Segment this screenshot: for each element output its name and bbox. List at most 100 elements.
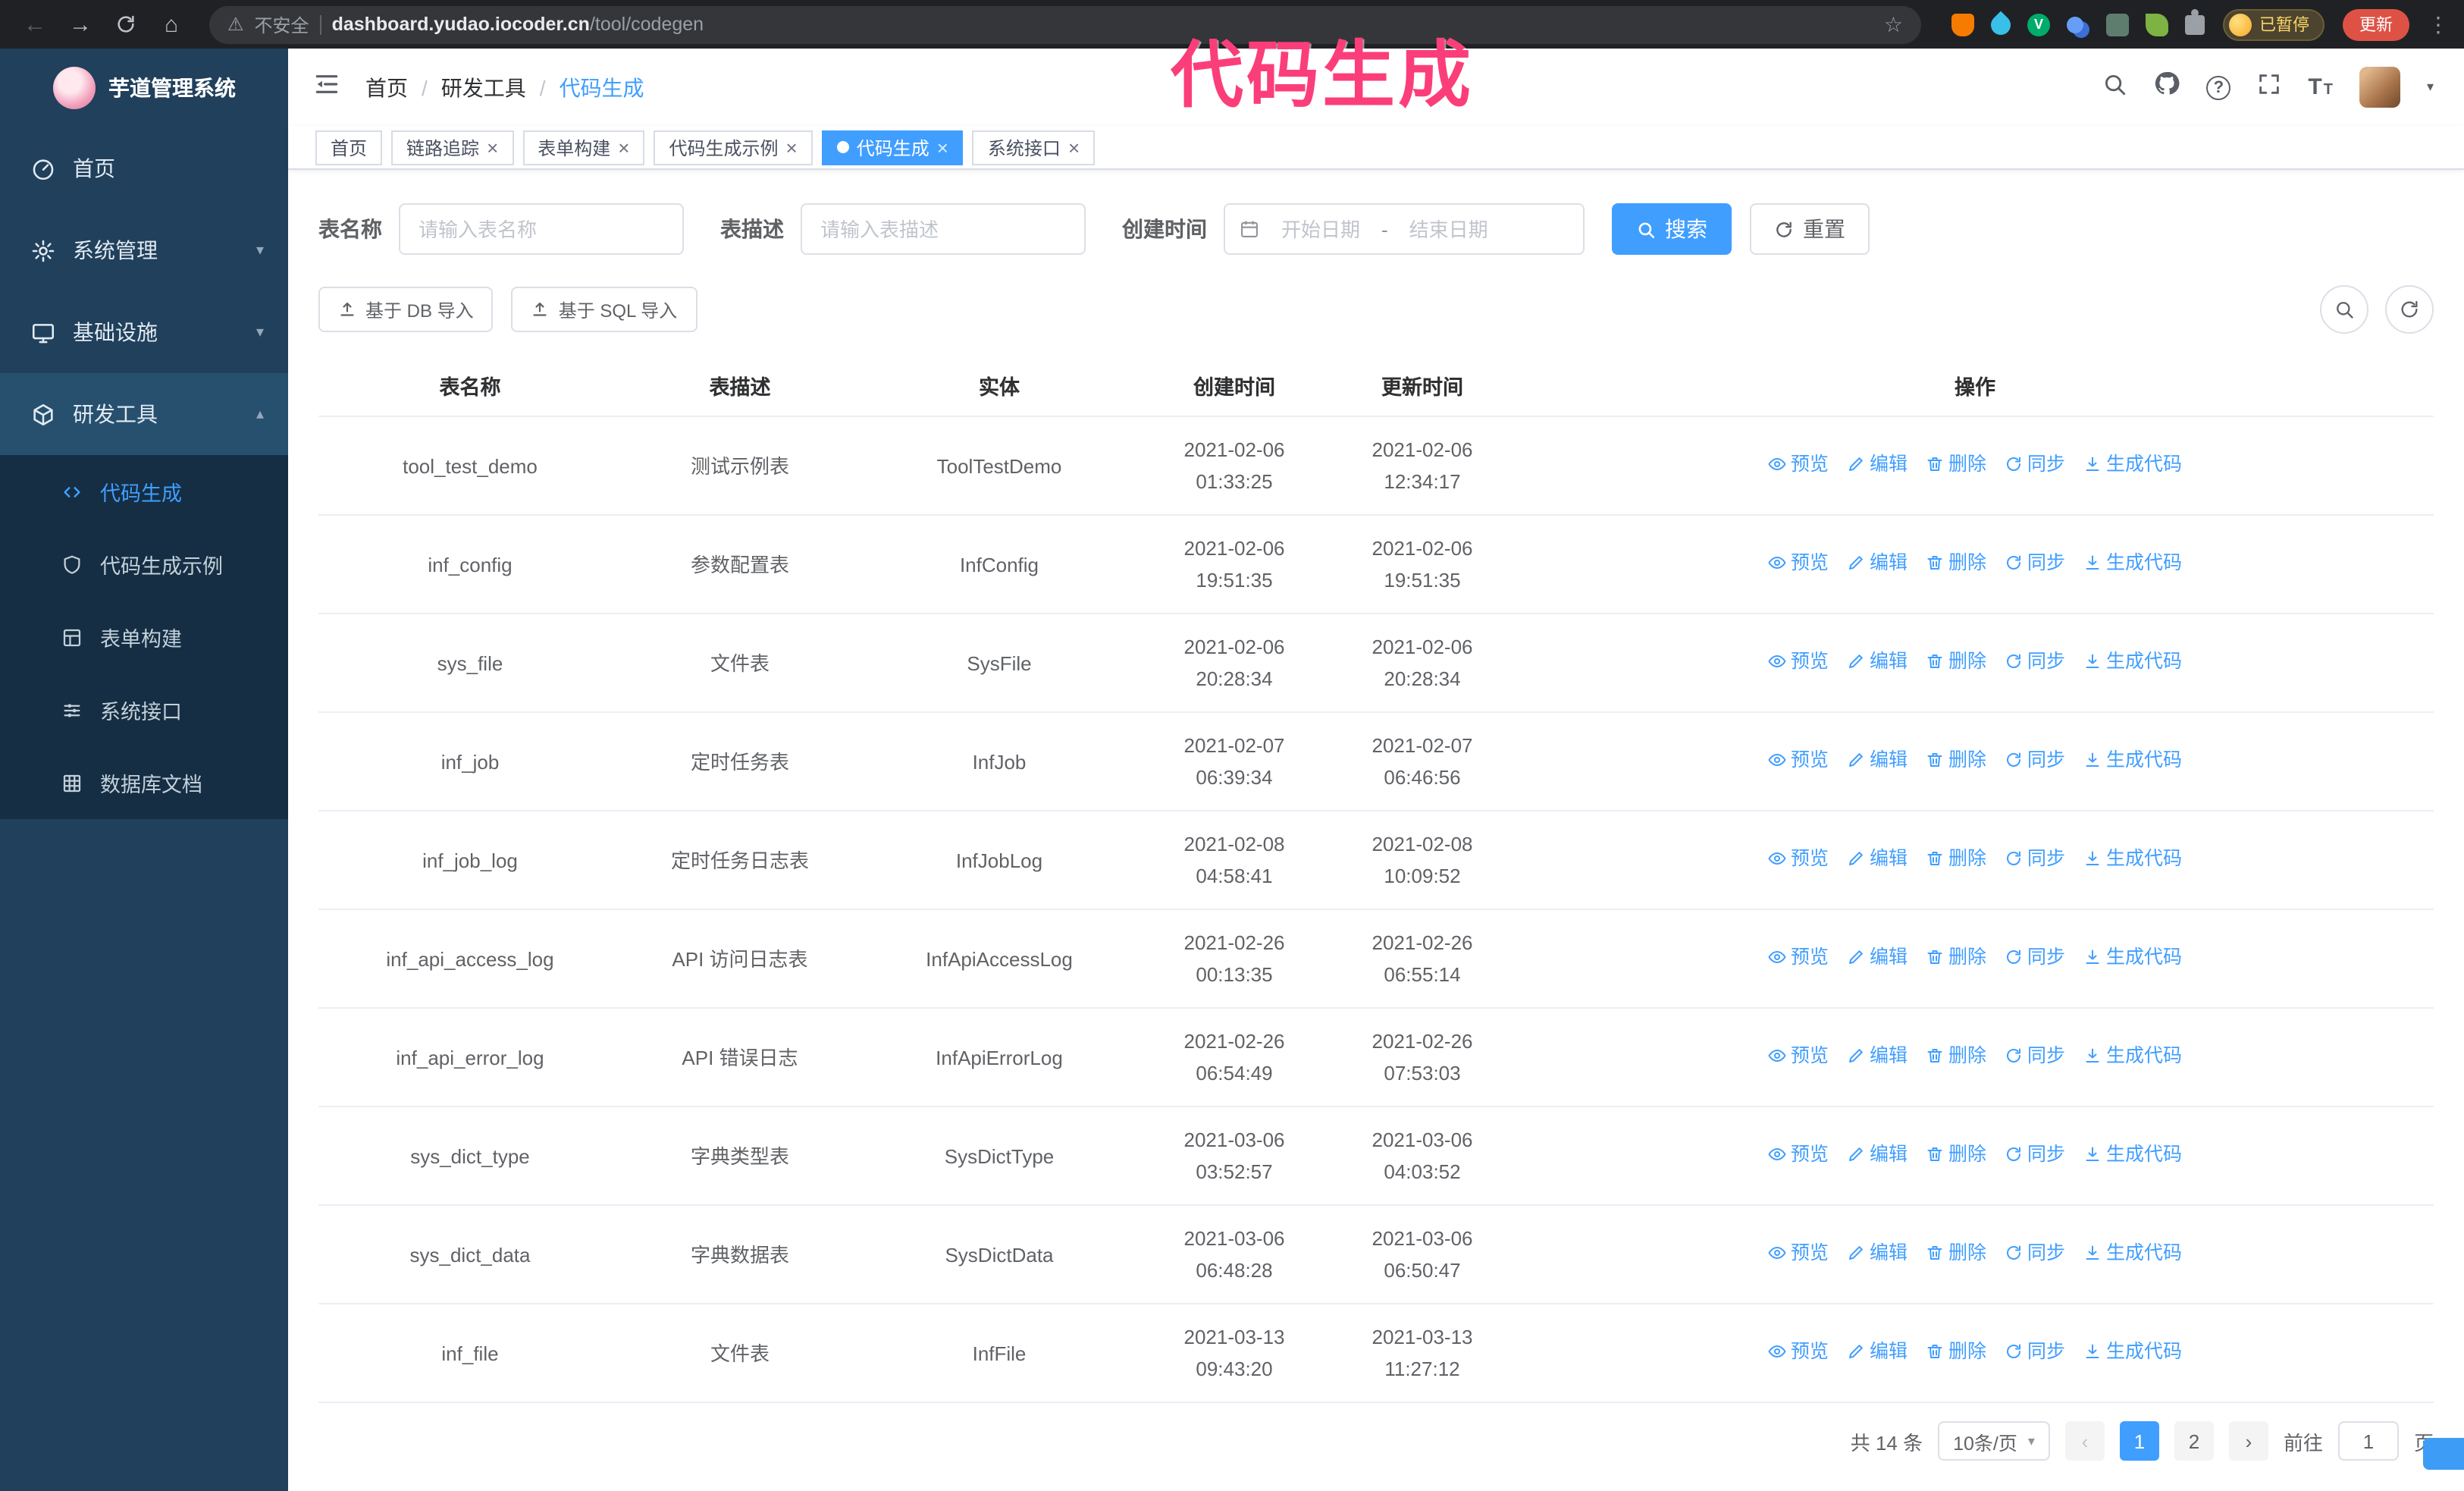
bookmark-star-icon[interactable]: ☆: [1884, 11, 1903, 37]
action-delete[interactable]: 删除: [1926, 646, 1986, 678]
action-sync[interactable]: 同步: [2005, 1041, 2065, 1072]
sidebar-item-db-doc[interactable]: 数据库文档: [0, 746, 288, 819]
action-generate[interactable]: 生成代码: [2083, 449, 2182, 481]
kebab-menu-icon[interactable]: ⋮: [2428, 11, 2449, 37]
close-icon[interactable]: ×: [1068, 137, 1080, 157]
user-avatar[interactable]: [2359, 67, 2401, 108]
action-edit[interactable]: 编辑: [1847, 449, 1908, 481]
page-button-1[interactable]: 1: [2119, 1421, 2159, 1461]
action-sync[interactable]: 同步: [2005, 1238, 2065, 1270]
toggle-search-button[interactable]: [2320, 285, 2368, 334]
update-button[interactable]: 更新: [2343, 8, 2409, 40]
action-generate[interactable]: 生成代码: [2083, 942, 2182, 974]
home-button[interactable]: ⌂: [152, 5, 191, 44]
tab-5[interactable]: 系统接口 ×: [972, 130, 1096, 165]
action-delete[interactable]: 删除: [1926, 745, 1986, 777]
sidebar-item-system[interactable]: 系统管理 ▾: [0, 209, 288, 291]
action-edit[interactable]: 编辑: [1847, 1238, 1908, 1270]
action-delete[interactable]: 删除: [1926, 449, 1986, 481]
backtop-button[interactable]: [2423, 1438, 2464, 1470]
hamburger-icon[interactable]: [312, 69, 341, 105]
action-sync[interactable]: 同步: [2005, 942, 2065, 974]
tab-4[interactable]: 代码生成 ×: [821, 130, 964, 165]
table-name-input[interactable]: [399, 203, 684, 255]
breadcrumb-home[interactable]: 首页: [365, 72, 408, 102]
action-delete[interactable]: 删除: [1926, 843, 1986, 875]
action-edit[interactable]: 编辑: [1847, 548, 1908, 579]
page-size-select[interactable]: 10条/页 ▾: [1938, 1421, 2050, 1461]
action-generate[interactable]: 生成代码: [2083, 745, 2182, 777]
extension-square-icon[interactable]: [2106, 13, 2129, 36]
start-date-input[interactable]: [1265, 218, 1377, 240]
action-generate[interactable]: 生成代码: [2083, 1238, 2182, 1270]
action-generate[interactable]: 生成代码: [2083, 1336, 2182, 1368]
sidebar-item-api[interactable]: 系统接口: [0, 673, 288, 746]
action-delete[interactable]: 删除: [1926, 1041, 1986, 1072]
reset-button[interactable]: 重置: [1750, 203, 1870, 255]
action-edit[interactable]: 编辑: [1847, 1041, 1908, 1072]
action-sync[interactable]: 同步: [2005, 843, 2065, 875]
action-preview[interactable]: 预览: [1768, 548, 1829, 579]
action-delete[interactable]: 删除: [1926, 1336, 1986, 1368]
back-button[interactable]: ←: [15, 5, 55, 44]
action-sync[interactable]: 同步: [2005, 646, 2065, 678]
import-db-button[interactable]: 基于 DB 导入: [318, 287, 494, 332]
close-icon[interactable]: ×: [786, 137, 798, 157]
action-preview[interactable]: 预览: [1768, 843, 1829, 875]
close-icon[interactable]: ×: [618, 137, 629, 157]
action-preview[interactable]: 预览: [1768, 1238, 1829, 1270]
action-sync[interactable]: 同步: [2005, 1139, 2065, 1171]
font-size-icon[interactable]: TT: [2308, 74, 2334, 100]
extensions-puzzle-icon[interactable]: [2185, 8, 2205, 34]
security-warning-icon[interactable]: ⚠: [227, 14, 244, 35]
action-edit[interactable]: 编辑: [1847, 646, 1908, 678]
action-preview[interactable]: 预览: [1768, 1336, 1829, 1368]
tab-3[interactable]: 代码生成示例 ×: [654, 130, 813, 165]
action-delete[interactable]: 删除: [1926, 1139, 1986, 1171]
fullscreen-icon[interactable]: [2256, 71, 2282, 104]
action-sync[interactable]: 同步: [2005, 548, 2065, 579]
next-page-button[interactable]: ›: [2228, 1421, 2268, 1461]
search-icon[interactable]: [2102, 71, 2127, 104]
github-icon[interactable]: [2153, 70, 2180, 105]
close-icon[interactable]: ×: [937, 137, 948, 157]
action-preview[interactable]: 预览: [1768, 1139, 1829, 1171]
action-preview[interactable]: 预览: [1768, 942, 1829, 974]
refresh-table-button[interactable]: [2385, 285, 2434, 334]
breadcrumb-devtools[interactable]: 研发工具: [441, 72, 526, 102]
help-icon[interactable]: ?: [2206, 75, 2231, 100]
sidebar-item-devtools[interactable]: 研发工具 ▴: [0, 373, 288, 455]
end-date-input[interactable]: [1392, 218, 1505, 240]
extension-leaf-icon[interactable]: [2146, 13, 2168, 36]
action-preview[interactable]: 预览: [1768, 745, 1829, 777]
action-edit[interactable]: 编辑: [1847, 843, 1908, 875]
action-delete[interactable]: 删除: [1926, 548, 1986, 579]
extension-shield-icon[interactable]: [1951, 13, 1974, 36]
action-generate[interactable]: 生成代码: [2083, 1139, 2182, 1171]
goto-page-input[interactable]: [2337, 1421, 2399, 1461]
extension-v-icon[interactable]: V: [2027, 13, 2050, 36]
import-sql-button[interactable]: 基于 SQL 导入: [511, 287, 698, 332]
action-sync[interactable]: 同步: [2005, 449, 2065, 481]
action-edit[interactable]: 编辑: [1847, 1336, 1908, 1368]
address-bar[interactable]: ⚠ 不安全 dashboard.yudao.iocoder.cn/tool/co…: [209, 5, 1921, 43]
action-edit[interactable]: 编辑: [1847, 942, 1908, 974]
sidebar-item-infrastructure[interactable]: 基础设施 ▾: [0, 291, 288, 373]
forward-button[interactable]: →: [61, 5, 100, 44]
action-preview[interactable]: 预览: [1768, 1041, 1829, 1072]
tab-2[interactable]: 表单构建 ×: [522, 130, 645, 165]
sidebar-item-form-builder[interactable]: 表单构建: [0, 601, 288, 673]
action-generate[interactable]: 生成代码: [2083, 548, 2182, 579]
extension-drop-icon[interactable]: [1986, 10, 2015, 39]
action-preview[interactable]: 预览: [1768, 449, 1829, 481]
app-logo[interactable]: 芋道管理系统: [0, 49, 288, 127]
table-desc-input[interactable]: [801, 203, 1086, 255]
action-generate[interactable]: 生成代码: [2083, 1041, 2182, 1072]
action-edit[interactable]: 编辑: [1847, 745, 1908, 777]
action-delete[interactable]: 删除: [1926, 942, 1986, 974]
sidebar-item-codegen[interactable]: 代码生成: [0, 455, 288, 528]
sidebar-item-codegen-example[interactable]: 代码生成示例: [0, 528, 288, 601]
action-edit[interactable]: 编辑: [1847, 1139, 1908, 1171]
sidebar-item-home[interactable]: 首页: [0, 127, 288, 209]
prev-page-button[interactable]: ‹: [2064, 1421, 2105, 1461]
